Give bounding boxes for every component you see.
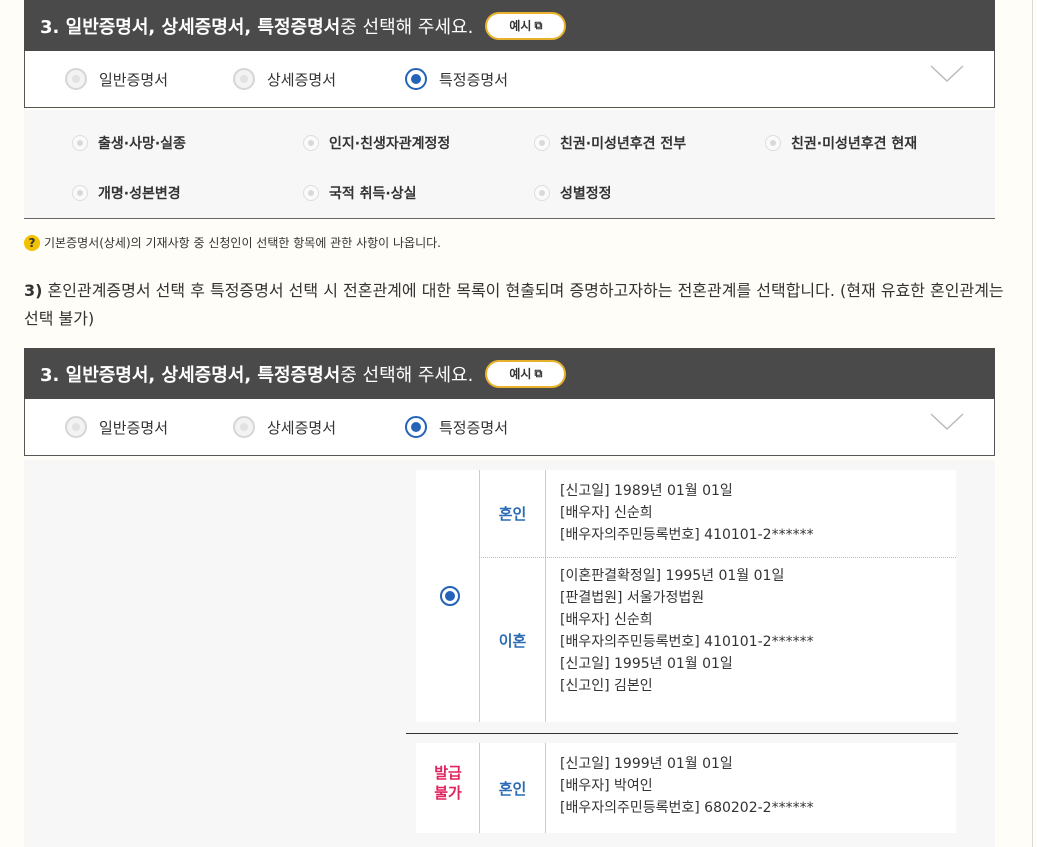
option-label: 친권·미성년후견 전부 xyxy=(560,136,687,152)
divider xyxy=(545,470,546,722)
radio-icon[interactable] xyxy=(65,68,87,90)
section-title-bold: 3. 일반증명서, 상세증명서, 특정증명서 xyxy=(40,364,341,386)
detail-line: [배우자] 신순희 xyxy=(560,612,653,628)
tab-specific[interactable]: 특정증명서 xyxy=(405,416,508,438)
specific-options-panel: 출생·사망·실종 인지·친생자관계정정 친권·미성년후견 전부 친권·미성년후견… xyxy=(24,110,995,219)
radio-icon[interactable] xyxy=(765,135,781,151)
detail-line: [배우자의주민등록번호] 680202-2****** xyxy=(560,800,814,816)
tab-label: 일반증명서 xyxy=(99,418,169,437)
group-separator xyxy=(406,733,958,734)
external-link-icon: ⧉ xyxy=(534,18,543,32)
option-label: 친권·미성년후견 현재 xyxy=(791,136,918,152)
detail-line: [신고인] 김본인 xyxy=(560,678,653,694)
help-note-text: 기본증명서(상세)의 기재사항 중 신청인이 선택한 항목에 관한 사항이 나옵… xyxy=(44,236,441,250)
option-label: 성별정정 xyxy=(560,186,612,202)
record-select-radio[interactable] xyxy=(440,586,460,606)
external-link-icon: ⧉ xyxy=(534,366,543,380)
tab-label: 일반증명서 xyxy=(99,70,169,89)
detail-line: [신고일] 1989년 01월 01일 xyxy=(560,483,733,499)
radio-icon[interactable] xyxy=(72,135,88,151)
radio-icon[interactable] xyxy=(72,185,88,201)
radio-icon[interactable] xyxy=(303,135,319,151)
record-details: [신고일] 1989년 01월 01일 [배우자] 신순희 [배우자의주민등록번… xyxy=(560,480,814,546)
example-button-label: 예시 xyxy=(509,367,532,381)
radio-selected-icon[interactable] xyxy=(405,416,427,438)
badge-line: 불가 xyxy=(434,784,462,802)
chevron-down-icon[interactable] xyxy=(930,413,964,431)
section-title-rest: 중 선택해 주세요. xyxy=(340,364,474,386)
radio-icon[interactable] xyxy=(233,416,255,438)
option-gender-correction[interactable]: 성별정정 xyxy=(534,183,612,203)
option-custody-all[interactable]: 친권·미성년후견 전부 xyxy=(534,133,686,153)
example-button-label: 예시 xyxy=(509,19,532,33)
option-birth-death[interactable]: 출생·사망·실종 xyxy=(72,133,186,153)
radio-icon[interactable] xyxy=(65,416,87,438)
tab-detailed[interactable]: 상세증명서 xyxy=(233,416,336,438)
record-details: [이혼판결확정일] 1995년 01월 01일 [판결법원] 서울가정법원 [배… xyxy=(560,565,814,697)
paragraph-number: 3) xyxy=(24,281,43,300)
chevron-down-icon[interactable] xyxy=(930,65,964,83)
instruction-paragraph: 3) 혼인관계증명서 선택 후 특정증명서 선택 시 전혼관계에 대한 목록이 … xyxy=(24,277,1014,333)
detail-line: [배우자의주민등록번호] 410101-2****** xyxy=(560,634,814,650)
option-label: 출생·사망·실종 xyxy=(98,136,186,152)
detail-line: [배우자] 신순희 xyxy=(560,505,653,521)
radio-selected-icon[interactable] xyxy=(405,68,427,90)
badge-line: 발급 xyxy=(434,764,462,782)
option-nationality[interactable]: 국적 취득·상실 xyxy=(303,183,416,203)
detail-line: [배우자의주민등록번호] 410101-2****** xyxy=(560,527,814,543)
example-button[interactable]: 예시 ⧉ xyxy=(485,359,567,388)
paragraph-text: 혼인관계증명서 선택 후 특정증명서 선택 시 전혼관계에 대한 목록이 현출되… xyxy=(24,281,1004,328)
example-button[interactable]: 예시 ⧉ xyxy=(485,11,567,40)
option-label: 인지·친생자관계정정 xyxy=(329,136,451,152)
help-note: ? 기본증명서(상세)의 기재사항 중 신청인이 선택한 항목에 관한 사항이 … xyxy=(24,234,441,251)
divider xyxy=(545,743,546,833)
page-frame-border xyxy=(1032,0,1033,847)
detail-line: [판결법원] 서울가정법원 xyxy=(560,590,705,606)
tab-label: 특정증명서 xyxy=(439,70,509,89)
tab-specific[interactable]: 특정증명서 xyxy=(405,68,508,90)
tab-label: 상세증명서 xyxy=(267,418,337,437)
record-type-label: 혼인 xyxy=(498,504,527,523)
record-type-label: 혼인 xyxy=(498,779,527,798)
option-label: 개명·성본변경 xyxy=(98,186,181,202)
detail-line: [이혼판결확정일] 1995년 01월 01일 xyxy=(560,568,785,584)
tab-label: 특정증명서 xyxy=(439,418,509,437)
option-label: 국적 취득·상실 xyxy=(329,186,417,202)
section-header-top: 3. 일반증명서, 상세증명서, 특정증명서 중 선택해 주세요. 예시 ⧉ xyxy=(24,0,995,51)
radio-icon[interactable] xyxy=(534,185,550,201)
certificate-type-tabs-top: 일반증명서 상세증명서 특정증명서 xyxy=(24,51,995,108)
certificate-type-tabs-bottom: 일반증명서 상세증명서 특정증명서 xyxy=(24,399,995,456)
issue-unavailable-badge: 발급불가 xyxy=(417,763,479,803)
radio-selected-icon[interactable] xyxy=(440,586,460,606)
radio-icon[interactable] xyxy=(303,185,319,201)
section-title-bold: 3. 일반증명서, 상세증명서, 특정증명서 xyxy=(40,16,341,38)
detail-line: [신고일] 1999년 01월 01일 xyxy=(560,756,733,772)
row-divider xyxy=(479,557,956,558)
section-header-bottom: 3. 일반증명서, 상세증명서, 특정증명서 중 선택해 주세요. 예시 ⧉ xyxy=(24,348,995,399)
record-details: [신고일] 1999년 01월 01일 [배우자] 박여인 [배우자의주민등록번… xyxy=(560,753,814,819)
option-custody-current[interactable]: 친권·미성년후견 현재 xyxy=(765,133,917,153)
option-name-change[interactable]: 개명·성본변경 xyxy=(72,183,181,203)
tab-general[interactable]: 일반증명서 xyxy=(65,416,168,438)
radio-icon[interactable] xyxy=(233,68,255,90)
question-icon: ? xyxy=(24,234,40,251)
record-type-label: 이혼 xyxy=(498,631,527,650)
detail-line: [배우자] 박여인 xyxy=(560,778,653,794)
section-title-rest: 중 선택해 주세요. xyxy=(340,16,474,38)
prior-marriage-records: 혼인 [신고일] 1989년 01월 01일 [배우자] 신순희 [배우자의주민… xyxy=(24,460,995,847)
option-acknowledgment[interactable]: 인지·친생자관계정정 xyxy=(303,133,450,153)
detail-line: [신고일] 1995년 01월 01일 xyxy=(560,656,733,672)
radio-icon[interactable] xyxy=(534,135,550,151)
tab-label: 상세증명서 xyxy=(267,70,337,89)
tab-detailed[interactable]: 상세증명서 xyxy=(233,68,336,90)
tab-general[interactable]: 일반증명서 xyxy=(65,68,168,90)
